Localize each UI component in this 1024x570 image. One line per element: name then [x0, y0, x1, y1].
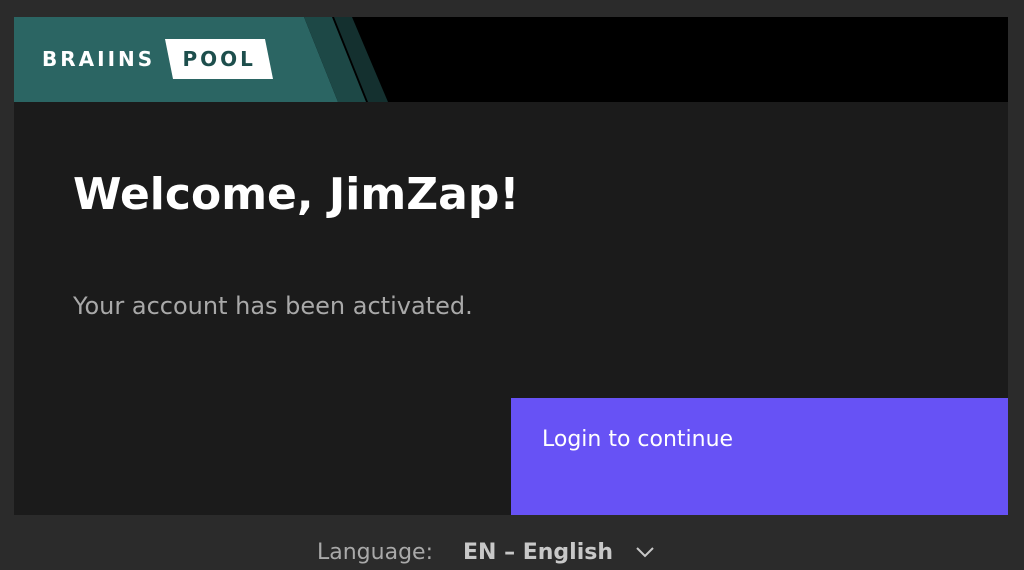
language-dropdown[interactable]: EN – English: [463, 540, 655, 565]
activation-card: BRAIINS POOL Welcome, JimZap! Your accou…: [14, 17, 1008, 515]
braiins-pool-logo[interactable]: BRAIINS POOL: [42, 39, 274, 79]
logo-tag: POOL: [165, 39, 274, 79]
language-value: EN – English: [462, 539, 614, 565]
logo-word: BRAIINS: [42, 47, 156, 71]
page-title: Welcome, JimZap!: [73, 169, 520, 220]
login-button-label: Login to continue: [542, 427, 734, 452]
language-selector: Language: EN – English: [317, 534, 655, 570]
activation-message: Your account has been activated.: [73, 292, 473, 320]
login-button[interactable]: Login to continue: [511, 398, 1008, 515]
logo-tag-label: POOL: [182, 47, 256, 71]
header-banner: BRAIINS POOL: [14, 17, 1008, 102]
chevron-down-icon: [635, 546, 655, 558]
language-label: Language:: [317, 539, 433, 565]
